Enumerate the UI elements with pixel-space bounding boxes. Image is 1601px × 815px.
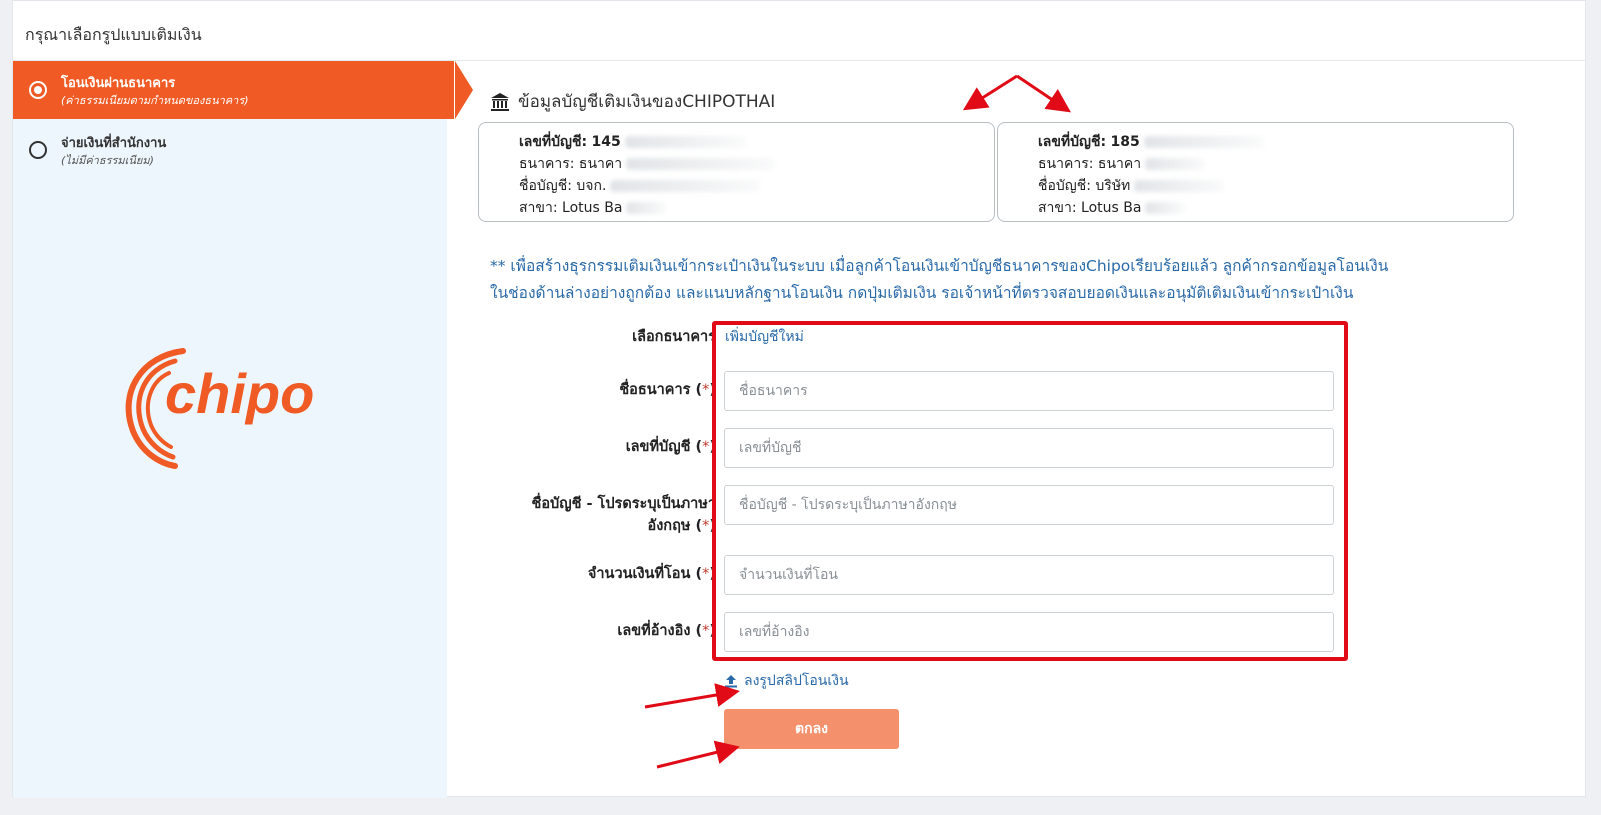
account-card: เลขที่บัญชี: 185 ธนาคาร: ธนาคา ชื่อบัญชี… <box>997 122 1514 222</box>
upload-icon <box>725 675 737 688</box>
payment-option-label: จ่ายเงินที่สำนักงาน <box>61 136 167 151</box>
header-bar: กรุณาเลือกรูปแบบเติมเงิน <box>13 1 1585 61</box>
payment-option-bank-transfer[interactable]: โอนเงินผ่านธนาคาร (ค่าธรรมเนียมตามกำหนดข… <box>13 61 454 119</box>
bank-row: ธนาคาร: ธนาคา <box>519 153 777 175</box>
logo-text: chipo <box>165 362 314 425</box>
payment-option-office[interactable]: จ่ายเงินที่สำนักงาน (ไม่มีค่าธรรมเนียม) <box>13 121 454 179</box>
account-number-row: เลขที่บัญชี: 145 <box>519 131 745 153</box>
amount-label: จำนวนเงินที่โอน (*) <box>587 566 716 582</box>
instruction-line: ** เพื่อสร้างธุรกรรมเติมเงินเข้ากระเป๋าเ… <box>490 257 1389 275</box>
instruction-line: ในช่องด้านล่างอย่างถูกต้อง และแนบหลักฐาน… <box>490 284 1354 302</box>
account-card: เลขที่บัญชี: 145 ธนาคาร: ธนาคา ชื่อบัญชี… <box>478 122 995 222</box>
reference-input[interactable] <box>724 612 1334 652</box>
select-bank-label: เลือกธนาคาร <box>632 329 716 345</box>
payment-option-sublabel: (ค่าธรรมเนียมตามกำหนดของธนาคาร) <box>61 94 249 107</box>
section-title: ข้อมูลบัญชีเติมเงินของCHIPOTHAI <box>490 88 775 115</box>
reference-label: เลขที่อ้างอิง (*) <box>617 623 716 639</box>
amount-input[interactable] <box>724 555 1334 595</box>
radio-selected-icon[interactable] <box>29 81 47 99</box>
bank-row: ธนาคาร: ธนาคา <box>1038 153 1206 175</box>
upload-slip-link[interactable]: ลงรูปสลิปโอนเงิน <box>724 670 849 692</box>
payment-option-label: โอนเงินผ่านธนาคาร <box>61 76 176 91</box>
account-name-input[interactable] <box>724 485 1334 525</box>
payment-option-sublabel: (ไม่มีค่าธรรมเนียม) <box>61 154 154 167</box>
add-account-link[interactable]: เพิ่มบัญชีใหม่ <box>725 326 804 348</box>
chipo-logo: chipo <box>125 348 314 469</box>
payment-method-sidebar: โอนเงินผ่านธนาคาร (ค่าธรรมเนียมตามกำหนดข… <box>13 61 454 798</box>
account-number-row: เลขที่บัญชี: 185 <box>1038 131 1264 153</box>
account-number-input[interactable] <box>724 428 1334 468</box>
instruction-note: ** เพื่อสร้างธุรกรรมเติมเงินเข้ากระเป๋าเ… <box>490 253 1510 307</box>
bank-icon <box>491 92 509 111</box>
account-name-row: ชื่อบัญชี: บจก. <box>519 175 761 197</box>
section-title-text: ข้อมูลบัญชีเติมเงินของCHIPOTHAI <box>518 92 776 112</box>
upload-slip-label: ลงรูปสลิปโอนเงิน <box>744 673 849 689</box>
page-title: กรุณาเลือกรูปแบบเติมเงิน <box>25 25 202 44</box>
account-number-label: เลขที่บัญชี (*) <box>625 439 716 455</box>
submit-button[interactable]: ตกลง <box>724 709 899 749</box>
bank-name-label: ชื่อธนาคาร (*) <box>619 382 716 398</box>
branch-row: สาขา: Lotus Ba <box>519 197 667 219</box>
account-name-label: ชื่อบัญชี - โปรดระบุเป็นภาษา อังกฤษ (*) <box>531 496 716 534</box>
account-name-row: ชื่อบัญชี: บริษัท <box>1038 175 1225 197</box>
branch-row: สาขา: Lotus Ba <box>1038 197 1186 219</box>
radio-unselected-icon[interactable] <box>29 141 47 159</box>
bank-name-input[interactable] <box>724 371 1334 411</box>
